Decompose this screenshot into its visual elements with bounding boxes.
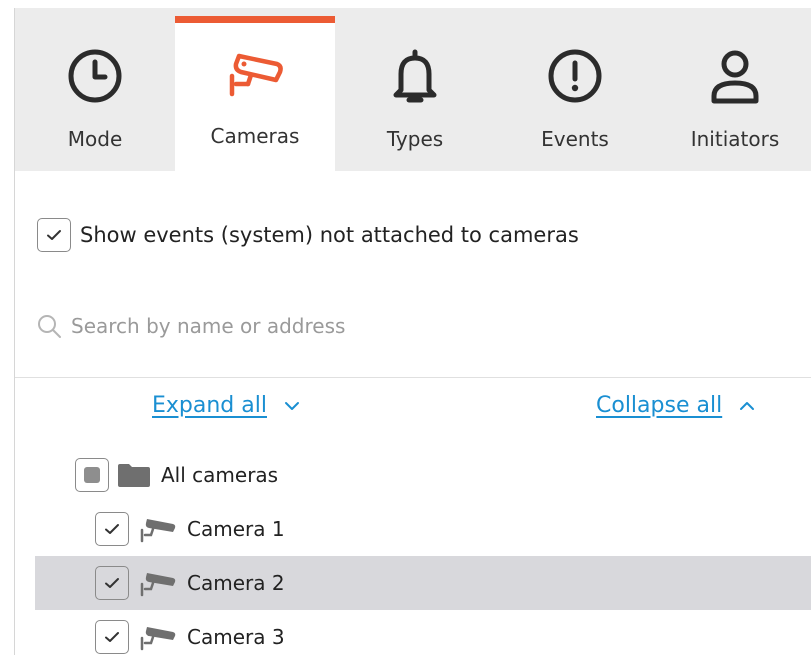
tab-mode[interactable]: Mode: [15, 16, 175, 171]
camera-3-label: Camera 3: [187, 625, 285, 649]
tree-item-camera-3[interactable]: Camera 3: [35, 610, 811, 664]
security-camera-icon: [225, 46, 285, 106]
tab-events[interactable]: Events: [495, 16, 655, 171]
panel-top-strip: [15, 8, 811, 16]
camera-1-label: Camera 1: [187, 517, 285, 541]
tab-initiators-label: Initiators: [690, 127, 780, 151]
tab-cameras-label: Cameras: [210, 124, 300, 148]
checkmark-icon: [105, 578, 119, 588]
camera-icon: [140, 573, 176, 597]
bell-icon: [385, 46, 445, 106]
show-system-events-checkbox[interactable]: [37, 218, 71, 252]
camera-2-label: Camera 2: [187, 571, 285, 595]
tab-initiators[interactable]: Initiators: [655, 16, 811, 171]
partial-check-indicator: [84, 467, 100, 483]
clock-icon: [65, 46, 125, 106]
show-system-events-label: Show events (system) not attached to cam…: [80, 223, 579, 247]
checkmark-icon: [105, 524, 119, 534]
camera-2-checkbox[interactable]: [95, 566, 129, 600]
show-system-events-option[interactable]: Show events (system) not attached to cam…: [37, 218, 579, 252]
chevron-up-icon: [740, 401, 755, 410]
collapse-all-label: Collapse all: [596, 393, 723, 418]
camera-1-checkbox[interactable]: [95, 512, 129, 546]
tab-bar: Mode Cameras Types Events Initiators: [15, 16, 811, 171]
camera-icon: [140, 519, 176, 543]
tree-item-camera-1[interactable]: Camera 1: [35, 502, 811, 556]
search-bar: [35, 308, 795, 344]
tab-events-label: Events: [541, 127, 609, 151]
user-icon: [705, 46, 765, 106]
camera-3-checkbox[interactable]: [95, 620, 129, 654]
search-icon: [38, 315, 61, 338]
tab-types-label: Types: [386, 127, 444, 151]
expand-all-label: Expand all: [152, 393, 267, 418]
all-cameras-label: All cameras: [161, 463, 279, 487]
chevron-down-icon: [284, 401, 299, 410]
checkmark-icon: [47, 230, 61, 240]
camera-icon: [140, 627, 176, 651]
folder-icon: [118, 464, 150, 487]
expand-all-link[interactable]: Expand all: [152, 393, 303, 418]
tab-mode-label: Mode: [67, 127, 123, 151]
exclamation-circle-icon: [545, 46, 605, 106]
tree-item-camera-2[interactable]: Camera 2: [35, 556, 811, 610]
checkmark-icon: [105, 632, 119, 642]
tab-cameras[interactable]: Cameras: [175, 16, 335, 171]
tree-root-all-cameras[interactable]: All cameras: [75, 448, 792, 502]
search-input[interactable]: [69, 313, 673, 339]
filter-panel: Mode Cameras Types Events Initiators Sho…: [14, 8, 811, 655]
all-cameras-checkbox[interactable]: [75, 458, 109, 492]
tab-types[interactable]: Types: [335, 16, 495, 171]
section-divider: [15, 377, 811, 378]
collapse-all-link[interactable]: Collapse all: [596, 393, 758, 418]
